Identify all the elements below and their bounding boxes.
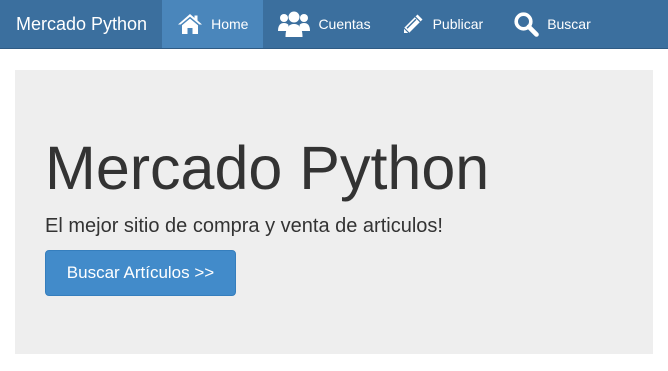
home-icon (178, 14, 203, 34)
jumbotron: Mercado Python El mejor sitio de compra … (15, 70, 653, 354)
nav-item-home[interactable]: Home (162, 0, 264, 48)
nav-label-buscar: Buscar (547, 16, 591, 32)
search-icon (514, 12, 539, 37)
nav-item-buscar[interactable]: Buscar (498, 0, 606, 48)
brand-link[interactable]: Mercado Python (0, 0, 162, 48)
nav-label-cuentas: Cuentas (318, 16, 371, 32)
nav-label-publicar: Publicar (432, 16, 484, 32)
nav-item-cuentas[interactable]: Cuentas (263, 0, 385, 48)
buscar-articulos-button[interactable]: Buscar Artículos >> (45, 250, 236, 296)
top-navbar: Mercado Python Home Cuentas Publicar Bus… (0, 0, 668, 49)
nav-item-publicar[interactable]: Publicar (386, 0, 499, 48)
users-icon (278, 11, 311, 37)
pencil-icon (403, 14, 423, 34)
page-title: Mercado Python (45, 134, 490, 202)
nav-label-home: Home (211, 16, 249, 32)
page-subtitle: El mejor sitio de compra y venta de arti… (45, 215, 443, 237)
